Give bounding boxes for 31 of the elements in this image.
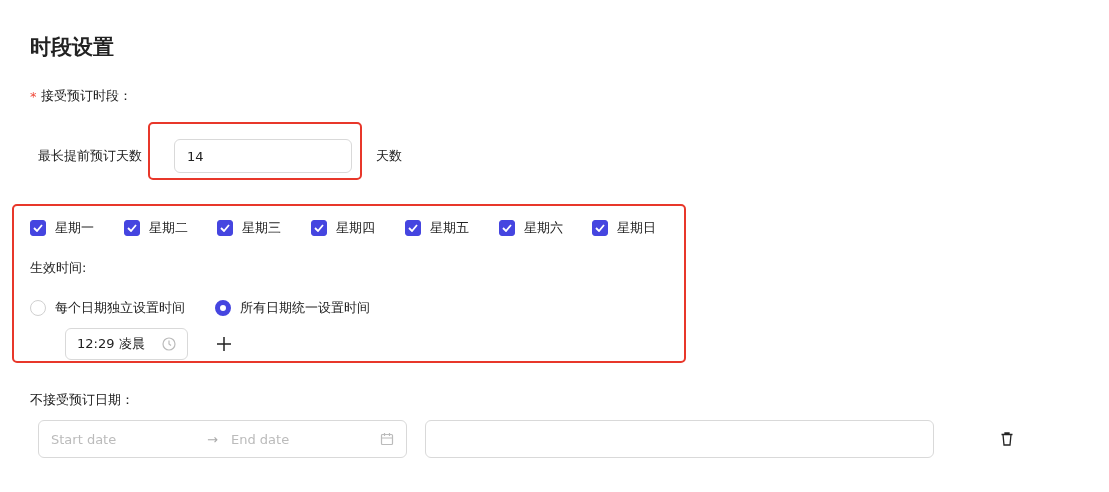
page-title: 时段设置 (30, 34, 115, 61)
clock-icon (162, 337, 176, 351)
plus-icon (216, 336, 232, 352)
weekday-checkbox[interactable]: 星期五 (404, 218, 499, 238)
check-icon (220, 224, 231, 232)
unit-label: 天数 (376, 147, 402, 165)
check-icon (314, 224, 325, 232)
weekday-checkbox[interactable]: 星期六 (498, 218, 593, 238)
radio-option[interactable]: 每个日期独立设置时间 (30, 298, 185, 318)
weekday-checkbox[interactable]: 星期二 (123, 218, 218, 238)
weekday-checkbox[interactable]: 星期一 (30, 218, 124, 238)
field-label: 生效时间: (30, 259, 88, 277)
check-icon (126, 224, 137, 232)
weekday-checkbox[interactable]: 星期日 (592, 218, 687, 238)
radio-option[interactable]: 所有日期统一设置时间 (215, 298, 370, 318)
time-picker[interactable]: 12:29 凌晨 (65, 328, 188, 360)
weekday-checkbox[interactable]: 星期四 (311, 218, 405, 238)
check-icon (501, 224, 512, 232)
field-label: 接受预订时段： (40, 87, 132, 105)
field-label: 最长提前预订天数 (38, 147, 143, 165)
required-mark: * (30, 88, 37, 104)
weekday-checkbox[interactable]: 星期三 (217, 218, 312, 238)
text-input-field[interactable] (425, 420, 934, 458)
calendar-icon (380, 432, 394, 446)
check-icon (407, 224, 418, 232)
check-icon (595, 224, 606, 232)
days-input-field[interactable]: 14 (174, 139, 352, 173)
check-icon (33, 224, 43, 232)
range-arrow: → (207, 431, 219, 447)
field-label: 不接受预订日期： (30, 391, 135, 409)
trash-icon (1001, 432, 1013, 446)
